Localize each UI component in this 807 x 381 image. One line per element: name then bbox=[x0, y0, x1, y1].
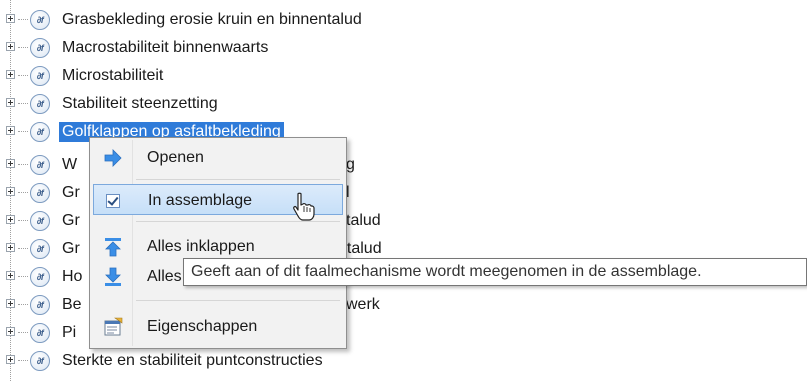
tree-item-label: Stabiliteit steenzetting bbox=[62, 95, 218, 112]
tree-item-label: Macrostabiliteit binnenwaarts bbox=[62, 39, 269, 56]
collapse-all-icon bbox=[105, 238, 121, 257]
expand-icon[interactable] bbox=[6, 327, 15, 336]
expand-all-icon bbox=[105, 267, 121, 286]
tree-connector bbox=[18, 304, 28, 305]
menu-separator bbox=[136, 300, 340, 301]
mouse-cursor-icon bbox=[293, 192, 315, 221]
tree-connector bbox=[18, 75, 28, 76]
tree-item-label: Grasbekleding erosie kruin en binnentalu… bbox=[62, 11, 362, 28]
tree-item[interactable]: ∂f Sterkte en stabiliteit puntconstructi… bbox=[0, 348, 500, 374]
failure-mechanism-icon: ∂f bbox=[30, 183, 50, 203]
failure-mechanism-icon: ∂f bbox=[30, 295, 50, 315]
tree-connector bbox=[18, 131, 28, 132]
tree-connector bbox=[18, 248, 28, 249]
tree-connector bbox=[18, 220, 28, 221]
tooltip: Geeft aan of dit faalmechanisme wordt me… bbox=[183, 258, 807, 286]
expand-icon[interactable] bbox=[6, 70, 15, 79]
tooltip-text: Geeft aan of dit faalmechanisme wordt me… bbox=[191, 263, 702, 280]
menu-item-openen[interactable]: Openen bbox=[93, 142, 343, 173]
tree-item-label: Gr bbox=[62, 184, 80, 201]
tree-item[interactable]: ∂f Macrostabiliteit binnenwaarts bbox=[0, 35, 500, 61]
tree-connector bbox=[18, 103, 28, 104]
context-menu: Openen In assemblage Alles inklappen All… bbox=[89, 137, 347, 349]
failure-mechanism-icon: ∂f bbox=[30, 323, 50, 343]
expand-icon[interactable] bbox=[6, 355, 15, 364]
expand-icon[interactable] bbox=[6, 42, 15, 51]
tree-item-label-tail: talud bbox=[346, 212, 381, 229]
tree-item-label-tail: werk bbox=[346, 296, 380, 313]
tree-item-label: Be bbox=[62, 296, 82, 313]
tree-item-label: Ho bbox=[62, 268, 83, 285]
tree-connector bbox=[18, 164, 28, 165]
tree-connector bbox=[18, 360, 28, 361]
failure-mechanism-icon: ∂f bbox=[30, 38, 50, 58]
arrow-right-icon bbox=[104, 149, 122, 167]
menu-item-label: In assemblage bbox=[148, 192, 253, 209]
tree-item-label: Gr bbox=[62, 240, 80, 257]
tree-connector bbox=[18, 192, 28, 193]
tree-connector bbox=[18, 276, 28, 277]
expand-icon[interactable] bbox=[6, 159, 15, 168]
failure-mechanism-icon: ∂f bbox=[30, 66, 50, 86]
tree-connector bbox=[18, 19, 28, 20]
menu-item-label: Alles inklappen bbox=[147, 238, 255, 255]
tree-item-label: Pi bbox=[62, 324, 77, 341]
expand-icon[interactable] bbox=[6, 299, 15, 308]
menu-item-label: Openen bbox=[147, 149, 204, 166]
tree-item[interactable]: ∂f Stabiliteit steenzetting bbox=[0, 91, 500, 117]
menu-item-eigenschappen[interactable]: Eigenschappen bbox=[93, 311, 343, 342]
tree-connector bbox=[18, 47, 28, 48]
tree-item-label: Microstabiliteit bbox=[62, 67, 164, 84]
properties-icon bbox=[104, 317, 123, 336]
checkbox-checked-icon[interactable] bbox=[106, 194, 120, 208]
failure-mechanism-icon: ∂f bbox=[30, 10, 50, 30]
failure-mechanism-icon: ∂f bbox=[30, 122, 50, 142]
expand-icon[interactable] bbox=[6, 243, 15, 252]
failure-mechanism-icon: ∂f bbox=[30, 239, 50, 259]
expand-icon[interactable] bbox=[6, 187, 15, 196]
expand-icon[interactable] bbox=[6, 126, 15, 135]
menu-separator bbox=[136, 179, 340, 180]
expand-icon[interactable] bbox=[6, 215, 15, 224]
failure-mechanism-icon: ∂f bbox=[30, 211, 50, 231]
menu-item-label: Eigenschappen bbox=[147, 318, 258, 335]
failure-mechanism-icon: ∂f bbox=[30, 94, 50, 114]
tree-item[interactable]: ∂f Microstabiliteit bbox=[0, 63, 500, 89]
expand-icon[interactable] bbox=[6, 98, 15, 107]
tree-item[interactable]: ∂f Grasbekleding erosie kruin en binnent… bbox=[0, 7, 500, 33]
tree-item-label-tail: g bbox=[346, 156, 355, 173]
tree-item-label: Gr bbox=[62, 212, 80, 229]
expand-icon[interactable] bbox=[6, 14, 15, 23]
failure-mechanism-icon: ∂f bbox=[30, 267, 50, 287]
tree-item-label: W bbox=[62, 156, 78, 173]
failure-mechanism-icon: ∂f bbox=[30, 351, 50, 371]
tree-connector bbox=[18, 332, 28, 333]
failure-mechanism-icon: ∂f bbox=[30, 155, 50, 175]
expand-icon[interactable] bbox=[6, 271, 15, 280]
tree-item-label: Sterkte en stabiliteit puntconstructies bbox=[62, 352, 323, 369]
